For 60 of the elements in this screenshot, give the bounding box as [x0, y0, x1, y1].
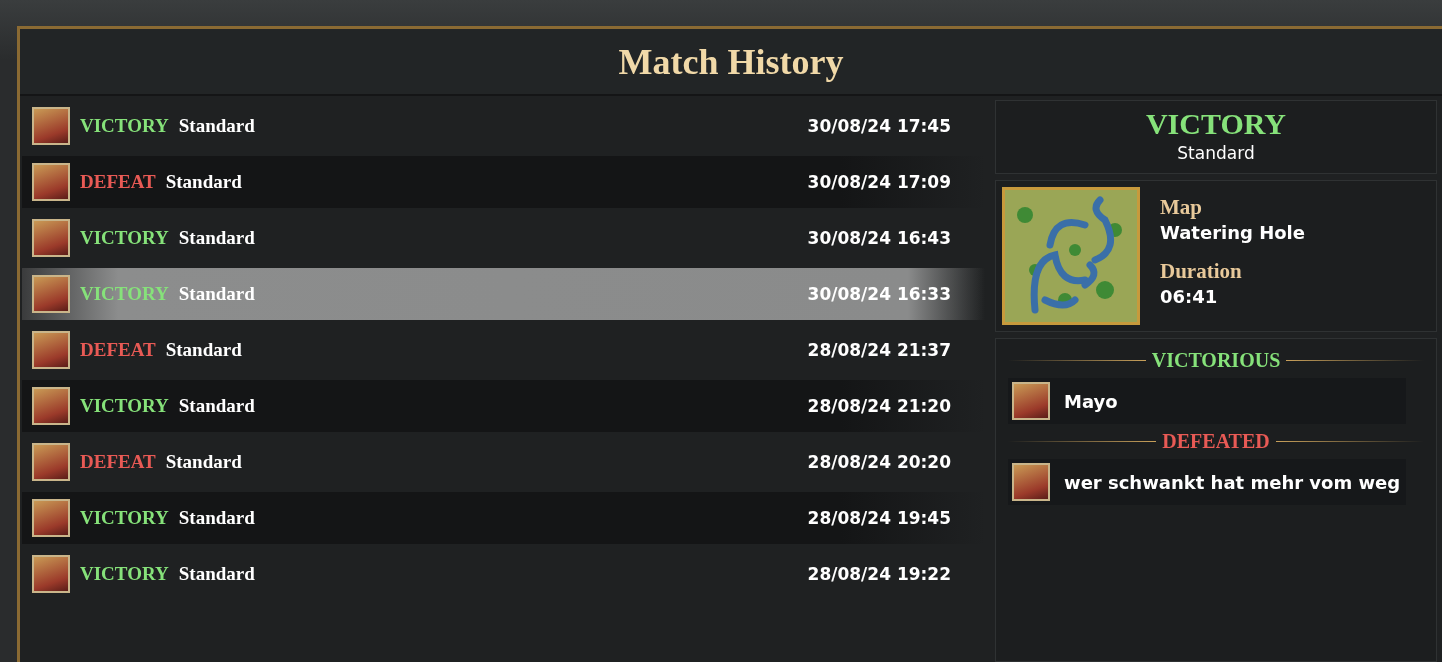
match-row[interactable]: VICTORY Standard 30/08/24 16:33 — [22, 268, 985, 320]
duration-value: 06:41 — [1160, 286, 1219, 307]
team-heading: DEFEATED — [1162, 430, 1270, 453]
hero-portrait — [32, 387, 70, 425]
match-row[interactable]: DEFEAT Standard 28/08/24 20:20 — [22, 436, 985, 488]
match-date: 28/08/24 20:20 — [807, 452, 951, 472]
match-result: VICTORY — [1145, 107, 1287, 141]
duration-label: Duration — [1160, 259, 1243, 284]
match-result: VICTORY — [80, 227, 169, 249]
match-date: 28/08/24 21:37 — [807, 340, 951, 360]
match-result: VICTORY — [80, 395, 169, 417]
match-result: DEFEAT — [80, 339, 156, 361]
match-row[interactable]: VICTORY Standard 30/08/24 17:45 — [22, 100, 985, 152]
match-date: 28/08/24 21:20 — [807, 396, 951, 416]
match-result: DEFEAT — [80, 171, 156, 193]
hero-portrait — [32, 107, 70, 145]
match-row[interactable]: VICTORY Standard 28/08/24 19:45 — [22, 492, 985, 544]
match-date: 30/08/24 17:09 — [807, 172, 951, 192]
player-name: Mayo — [1064, 390, 1118, 412]
match-row[interactable]: VICTORY Standard 28/08/24 21:20 — [22, 380, 985, 432]
game-mode: Standard — [178, 563, 255, 585]
game-mode: Standard — [178, 283, 255, 305]
match-result: DEFEAT — [80, 451, 156, 473]
match-row[interactable]: DEFEAT Standard 28/08/24 21:37 — [22, 324, 985, 376]
game-mode: Standard — [165, 451, 242, 473]
match-date: 30/08/24 16:43 — [807, 228, 951, 248]
hero-portrait — [32, 219, 70, 257]
match-date: 30/08/24 16:33 — [807, 284, 951, 304]
game-mode: Standard — [165, 339, 242, 361]
game-mode: Standard — [165, 171, 242, 193]
game-mode: Standard — [178, 395, 255, 417]
game-mode: Standard — [178, 115, 255, 137]
match-row[interactable]: VICTORY Standard 28/08/24 19:22 — [22, 548, 985, 600]
match-date: 28/08/24 19:45 — [807, 508, 951, 528]
match-date: 30/08/24 17:45 — [807, 116, 951, 136]
hero-portrait — [1012, 382, 1050, 420]
match-result: VICTORY — [80, 563, 169, 585]
hero-portrait — [32, 443, 70, 481]
player-row[interactable]: Mayo — [1008, 378, 1406, 424]
match-row[interactable]: VICTORY Standard 30/08/24 16:43 — [22, 212, 985, 264]
dialog-title: Match History — [618, 40, 844, 83]
map-label: Map — [1160, 195, 1203, 220]
player-name: wer schwankt hat mehr vom weg — [1064, 471, 1401, 493]
match-result: VICTORY — [80, 283, 169, 305]
hero-portrait — [32, 275, 70, 313]
match-date: 28/08/24 19:22 — [807, 564, 951, 584]
hero-portrait — [32, 555, 70, 593]
hero-portrait — [1012, 463, 1050, 501]
map-name: Watering Hole — [1160, 222, 1305, 243]
hero-portrait — [32, 163, 70, 201]
game-mode: Standard — [178, 227, 255, 249]
game-mode: Standard — [178, 507, 255, 529]
game-mode: Standard — [1177, 143, 1255, 163]
hero-portrait — [32, 499, 70, 537]
hero-portrait — [32, 331, 70, 369]
player-row[interactable]: wer schwankt hat mehr vom weg — [1008, 459, 1406, 505]
team-heading: VICTORIOUS — [1151, 349, 1281, 372]
match-row[interactable]: DEFEAT Standard 30/08/24 17:09 — [22, 156, 985, 208]
match-result: VICTORY — [80, 507, 169, 529]
match-result: VICTORY — [80, 115, 169, 137]
